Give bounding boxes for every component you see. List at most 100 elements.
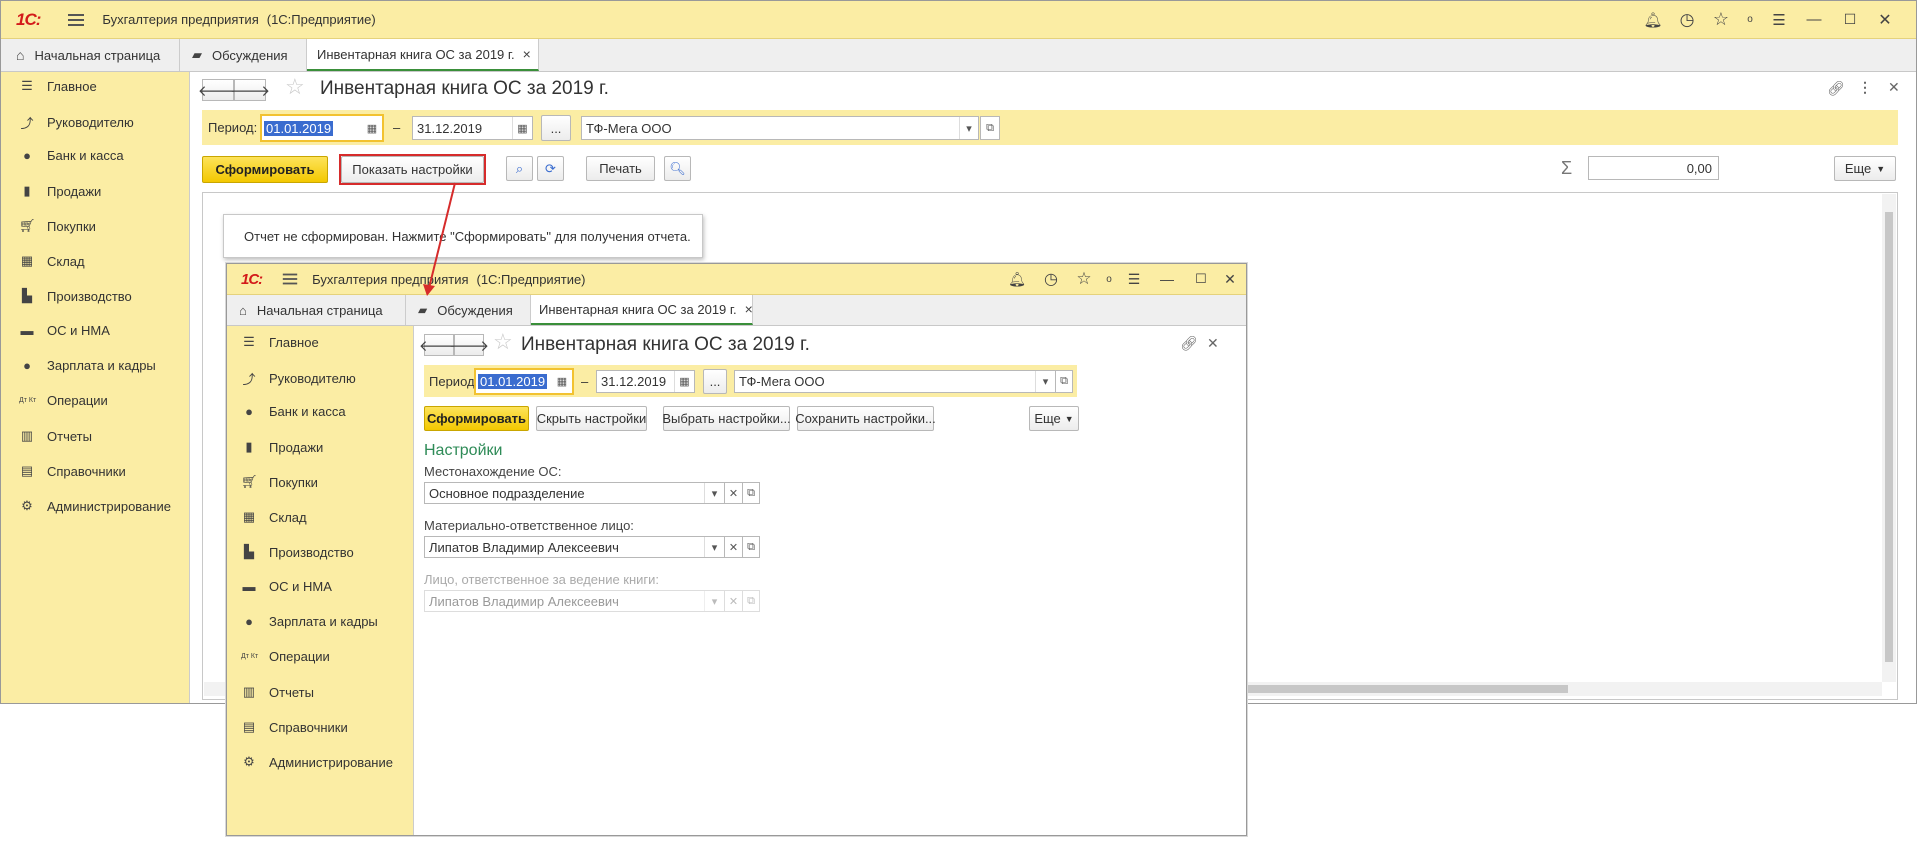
sum-field: 0,00 [1588, 156, 1719, 180]
sidebar-item[interactable]: ▦ Склад [241, 509, 307, 525]
maximize-icon[interactable]: ☐ [1832, 11, 1868, 28]
sidebar-item[interactable]: ● Зарплата и кадры [241, 614, 378, 629]
close-tab-icon[interactable]: × [745, 301, 753, 317]
more-button[interactable]: Еще ▼ [1834, 156, 1896, 181]
calendar-icon[interactable]: ▦ [512, 117, 532, 139]
calendar-icon[interactable]: ▦ [552, 371, 572, 392]
horizontal-scroll-thumb[interactable] [1244, 685, 1568, 693]
app-platform: (1С:Предприятие) [476, 271, 586, 287]
favorite-star-icon[interactable]: ☆ [493, 329, 513, 355]
choose-settings-button[interactable]: Выбрать настройки... [662, 406, 791, 431]
favorites-star-icon[interactable]: ☆ [1704, 9, 1738, 30]
main-menu-icon[interactable] [68, 13, 85, 26]
sidebar-item[interactable]: ☰ Главное [241, 334, 319, 350]
tab-discussions[interactable]: ▰ Обсуждения [180, 39, 307, 71]
bell-icon[interactable]: 🔔︎ [1000, 271, 1034, 288]
dropdown-icon[interactable]: ▾ [704, 483, 724, 503]
tab-report[interactable]: Инвентарная книга ОС за 2019 г. × [531, 295, 753, 325]
open-icon[interactable]: ⧉ [742, 482, 760, 504]
sidebar-item[interactable]: ▤ Справочники [19, 463, 126, 479]
circle-icon[interactable]: o [1100, 274, 1118, 285]
settings-menu-icon[interactable]: ☰ [1762, 11, 1796, 29]
calendar-icon[interactable]: ▦ [362, 117, 382, 139]
close-form-icon[interactable]: ✕ [1207, 335, 1219, 352]
generate-button[interactable]: Сформировать [424, 406, 529, 431]
generate-button[interactable]: Сформировать [202, 156, 328, 183]
print-button[interactable]: Печать [586, 156, 655, 181]
vertical-scrollbar[interactable] [1882, 194, 1896, 682]
forward-button[interactable]: 🡒 [230, 79, 270, 101]
open-icon[interactable]: ⧉ [1055, 370, 1073, 393]
sidebar-item[interactable]: ▥ Отчеты [19, 428, 92, 444]
maximize-icon[interactable]: ☐ [1184, 271, 1218, 287]
sidebar-item[interactable]: ▙ Производство [19, 288, 132, 304]
sidebar-item[interactable]: ● Банк и касса [19, 148, 123, 163]
sidebar-item[interactable]: Дт Кт Операции [19, 393, 108, 408]
calendar-icon[interactable]: ▦ [674, 371, 694, 392]
open-icon[interactable]: ⧉ [742, 536, 760, 558]
favorites-star-icon[interactable]: ☆ [1068, 269, 1100, 289]
tab-home[interactable]: ⌂ Начальная страница [227, 295, 406, 325]
period-select-button[interactable]: ... [541, 115, 571, 141]
clear-icon[interactable]: ✕ [724, 536, 743, 558]
circle-icon[interactable]: o [1738, 14, 1762, 25]
sidebar-item[interactable]: 🛒︎ Покупки [19, 218, 96, 234]
more-button[interactable]: Еще ▼ [1029, 406, 1079, 431]
more-label: Еще [1844, 161, 1872, 176]
sidebar-item[interactable]: ▙ Производство [241, 544, 354, 560]
organization-field[interactable]: ТФ-Мега ООО [734, 370, 1056, 393]
tab-home[interactable]: ⌂ Начальная страница [1, 39, 180, 71]
save-settings-button[interactable]: Сохранить настройки... [795, 406, 936, 431]
sidebar-item[interactable]: ▬ ОС и НМА [241, 579, 332, 594]
search-refresh-button[interactable]: ⟳ [537, 156, 564, 181]
sidebar-item[interactable]: ▮ Продажи [19, 183, 101, 199]
forward-button[interactable]: 🡒 [449, 334, 489, 356]
sidebar-item[interactable]: 🛒︎ Покупки [241, 474, 318, 490]
sidebar-item[interactable]: ● Зарплата и кадры [19, 358, 156, 373]
sidebar-item[interactable]: Дт Кт Операции [241, 649, 330, 664]
mol-field[interactable]: Липатов Владимир Алексеевич [424, 536, 725, 558]
sidebar-item[interactable]: ⚙ Администрирование [19, 498, 171, 514]
coin-icon: ● [245, 404, 253, 419]
close-form-icon[interactable]: ✕ [1888, 79, 1900, 96]
main-menu-icon[interactable] [282, 273, 298, 285]
close-tab-icon[interactable]: × [523, 46, 531, 62]
minimize-icon[interactable]: — [1150, 271, 1184, 287]
minimize-icon[interactable]: — [1796, 11, 1832, 28]
organization-field[interactable]: ТФ-Мега ООО [581, 116, 979, 140]
dropdown-icon[interactable]: ▾ [704, 537, 724, 557]
preview-button[interactable]: 🔍︎ [664, 156, 691, 181]
tab-home-label: Начальная страница [256, 302, 383, 318]
sidebar-item[interactable]: ▮ Продажи [241, 439, 323, 455]
sidebar-item[interactable]: ⤴ Руководителю [241, 369, 355, 388]
close-window-icon[interactable]: ✕ [1218, 271, 1242, 288]
favorite-star-icon[interactable]: ☆ [285, 74, 305, 100]
close-window-icon[interactable]: ✕ [1868, 10, 1902, 30]
sidebar-item[interactable]: ☰ Главное [19, 78, 97, 94]
sidebar-item[interactable]: ▦ Склад [19, 253, 85, 269]
more-vertical-icon[interactable]: ⋮ [1858, 79, 1872, 96]
sidebar-item[interactable]: ▥ Отчеты [241, 684, 314, 700]
clear-icon[interactable]: ✕ [724, 482, 743, 504]
bell-icon[interactable]: 🔔︎ [1636, 11, 1670, 29]
history-icon[interactable]: ◷ [1670, 10, 1704, 30]
search-button[interactable]: ⌕ [506, 156, 533, 181]
tab-discussions[interactable]: ▰ Обсуждения [406, 295, 531, 325]
sidebar-item[interactable]: ⤴ Руководителю [19, 113, 133, 132]
sidebar-item[interactable]: ● Банк и касса [241, 404, 345, 419]
sidebar-item[interactable]: ▬ ОС и НМА [19, 323, 110, 338]
link-icon[interactable]: 🔗︎ [1180, 335, 1198, 352]
history-icon[interactable]: ◷ [1034, 269, 1068, 289]
sidebar-item[interactable]: ⚙ Администрирование [241, 754, 393, 770]
settings-menu-icon[interactable]: ☰ [1118, 271, 1150, 288]
vertical-scroll-thumb[interactable] [1885, 212, 1893, 662]
location-field[interactable]: Основное подразделение [424, 482, 725, 504]
open-icon[interactable]: ⧉ [980, 116, 1000, 140]
hide-settings-button[interactable]: Скрыть настройки [536, 406, 647, 431]
tab-report[interactable]: Инвентарная книга ОС за 2019 г. × [307, 39, 539, 71]
link-icon[interactable]: 🔗︎ [1827, 80, 1845, 97]
period-select-button[interactable]: ... [703, 369, 727, 394]
dropdown-icon[interactable]: ▾ [1035, 371, 1055, 392]
dropdown-icon[interactable]: ▾ [959, 117, 978, 139]
sidebar-item[interactable]: ▤ Справочники [241, 719, 348, 735]
